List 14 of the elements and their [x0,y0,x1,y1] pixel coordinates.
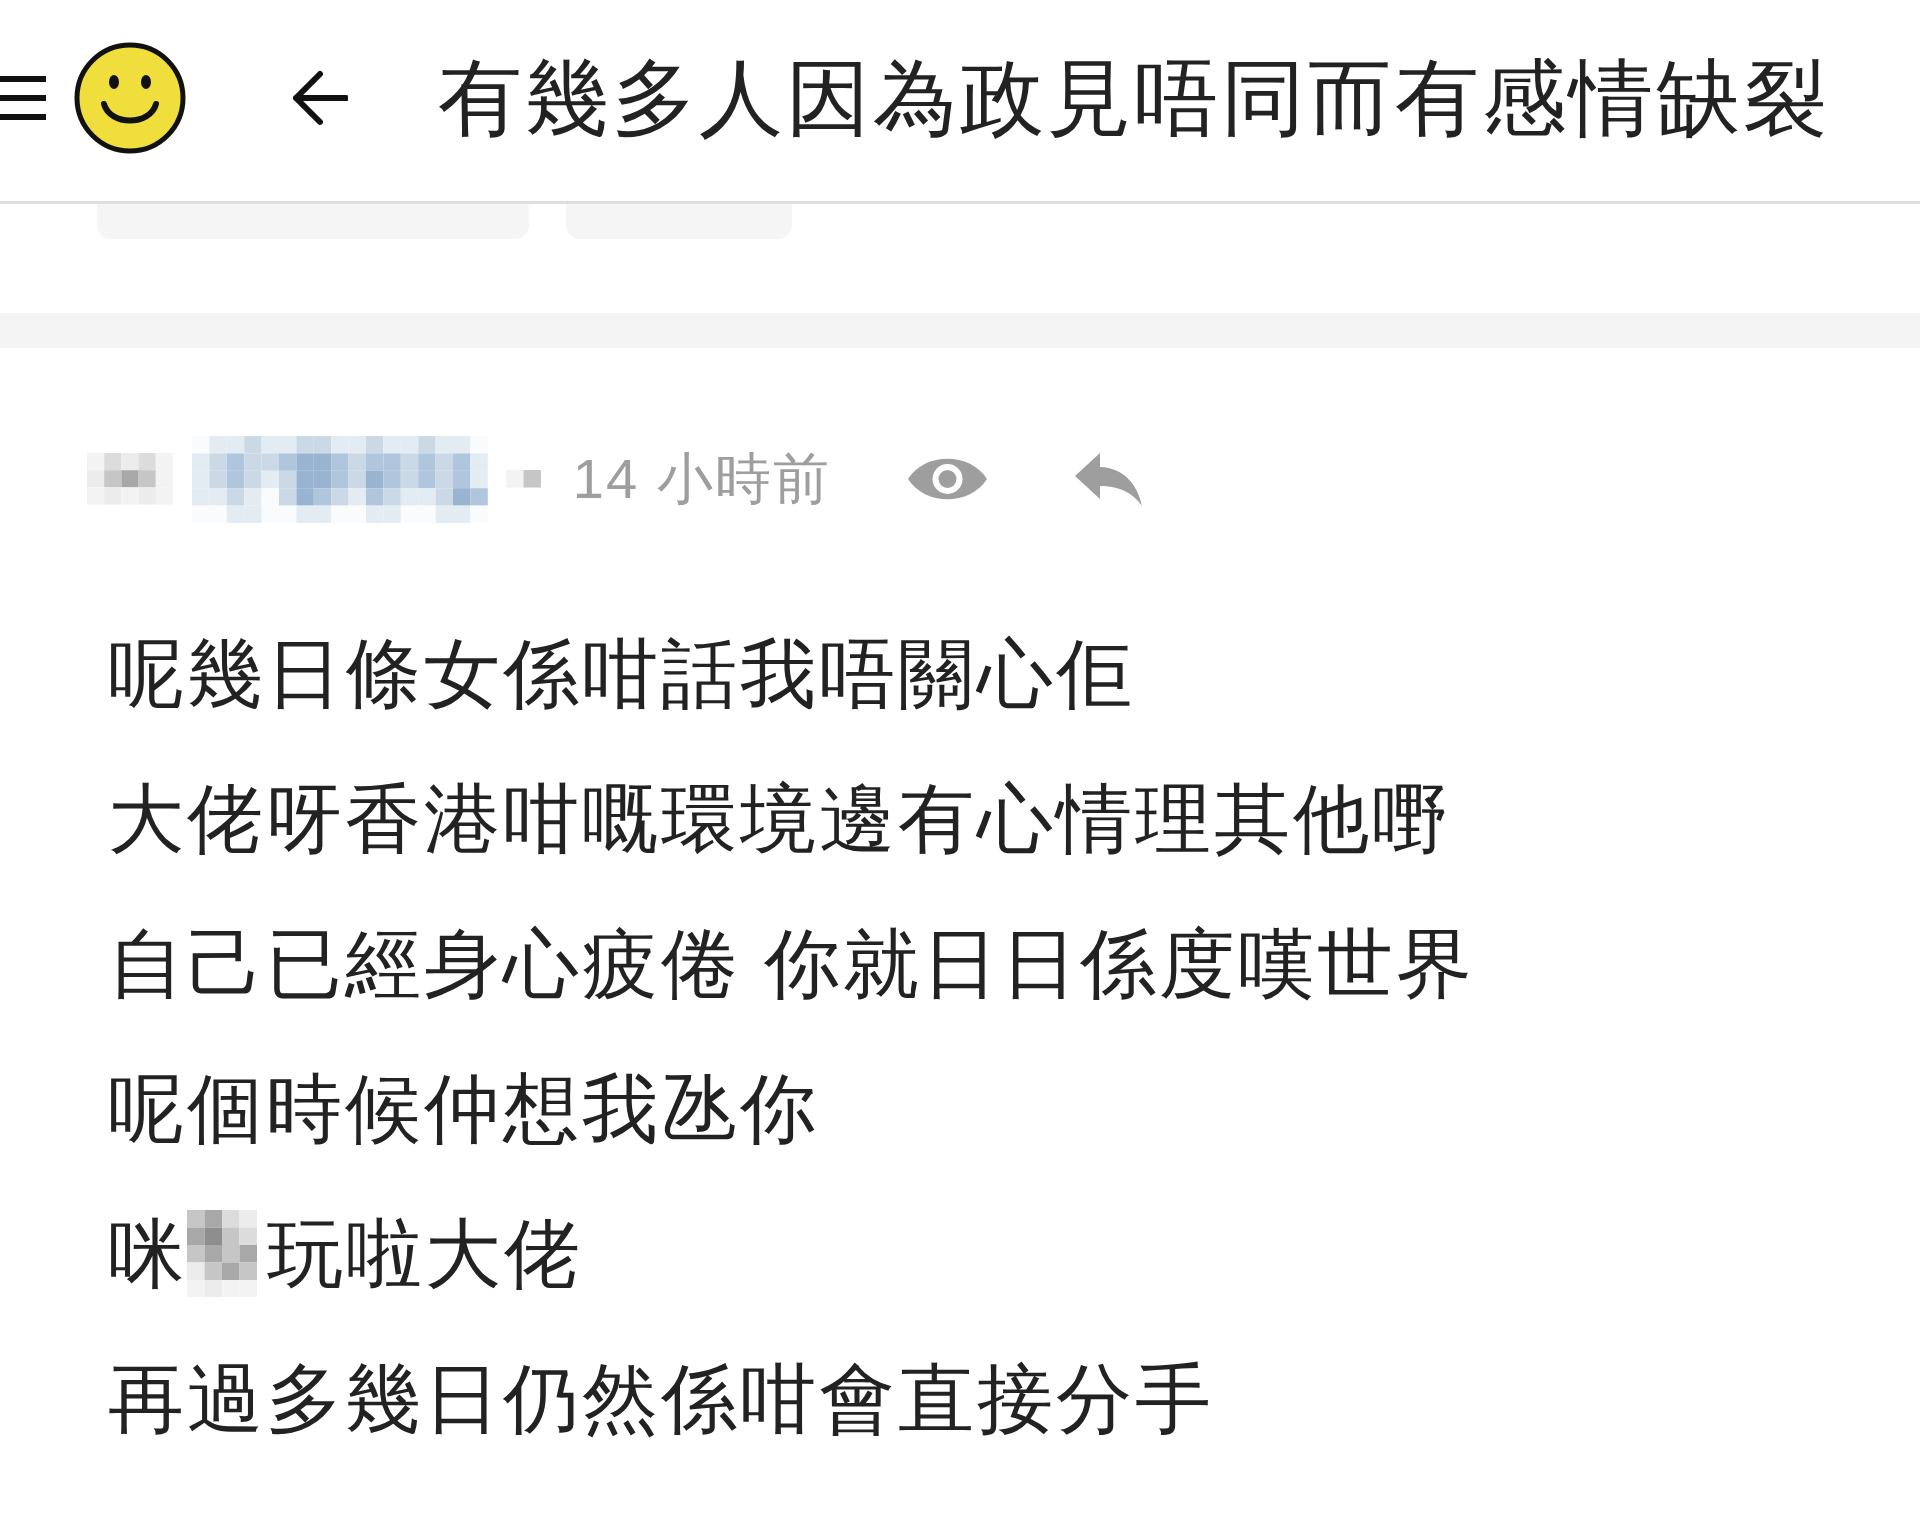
post-text-line: 玩啦大佬 [267,1215,583,1292]
post-text-line: 自己已經身心疲倦 你就日日係度嘆世界 [108,925,1476,1002]
post-text-line: 呢個時候仲想我氹你 [108,1070,819,1147]
post-time: 14 小時前 [572,451,831,507]
post-text-line: 大佬呀香港咁嘅環境邊有心情理其他嘢 [108,780,1451,857]
post-text-line: 再過多幾日仍然係咁會直接分手 [108,1360,1214,1437]
smiley-face-icon[interactable] [74,41,186,154]
post-text-line: 呢幾日條女係咁話我唔關心佢 [108,635,1135,712]
thread-title: 有幾多人因為政見唔同而有感情缺裂 [438,55,1830,140]
post-text-line: 咪 [108,1215,187,1292]
back-arrow-icon[interactable] [290,69,348,126]
menu-icon[interactable] [0,75,46,120]
separator-dot [505,470,541,488]
reply-icon[interactable] [1074,452,1142,506]
